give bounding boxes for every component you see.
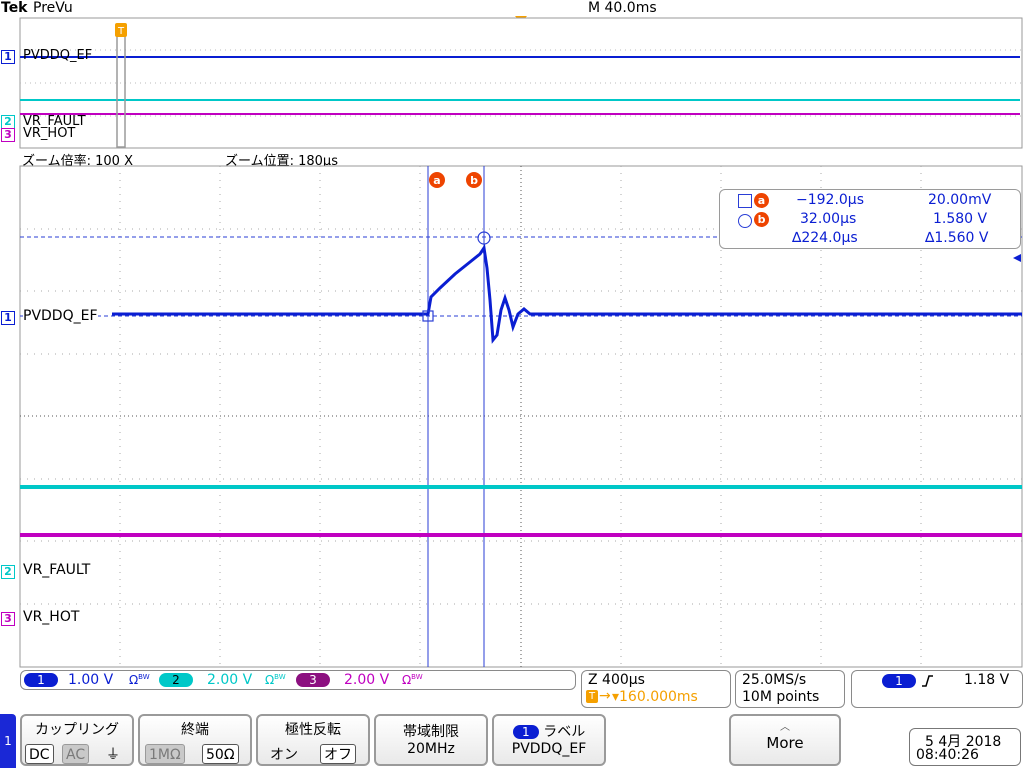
coupling-softkey[interactable]: カップリング DC AC ⏚	[20, 714, 134, 766]
invert-title: 極性反転	[285, 722, 341, 738]
termination-softkey[interactable]: 終端 1MΩ 50Ω	[138, 714, 252, 766]
more-arrow-icon: ︿	[780, 722, 790, 733]
ch1-scale: 1.00 V	[68, 672, 114, 688]
ch3-coupling-icon: ΩBW	[402, 673, 423, 687]
invert-on-option[interactable]: オン	[266, 744, 302, 764]
termination-50-option[interactable]: 50Ω	[202, 744, 239, 764]
zoom-graticule[interactable]: a b	[0, 0, 1024, 700]
record-length: 10M points	[742, 689, 820, 705]
cursor-a-square-icon	[738, 194, 752, 208]
acquisition-readout[interactable]: 25.0MS/s 10M points	[735, 670, 845, 708]
invert-softkey[interactable]: 極性反転 オン オフ	[256, 714, 370, 766]
ch3-marker[interactable]: 3	[1, 612, 15, 626]
coupling-title: カップリング	[35, 722, 119, 738]
cursor-b-circle-icon	[738, 214, 752, 228]
svg-text:b: b	[470, 174, 478, 187]
bandwidth-value: 20MHz	[407, 741, 455, 757]
rising-edge-icon	[922, 675, 933, 687]
ch2-chip[interactable]: 2	[159, 673, 193, 687]
trigger-readout[interactable]: 1 1.18 V	[851, 670, 1023, 708]
vertical-scale-bar[interactable]: 1 1.00 V ΩBW 2 2.00 V ΩBW 3 2.00 V ΩBW	[20, 670, 576, 690]
ch2-scale: 2.00 V	[207, 672, 253, 688]
ch3-chip[interactable]: 3	[296, 673, 330, 687]
ch3-label: VR_HOT	[23, 609, 80, 625]
coupling-gnd-icon[interactable]: ⏚	[102, 744, 124, 764]
cursor-b-time: 32.00µs	[800, 211, 857, 227]
coupling-ac-option[interactable]: AC	[62, 744, 90, 764]
cursor-b-small-badge-icon: b	[754, 212, 769, 227]
ch2-label: VR_FAULT	[23, 562, 91, 578]
horizontal-readout[interactable]: Z 400µs T → ▾160.000ms	[581, 670, 731, 708]
cursor-a-time: −192.0µs	[796, 192, 865, 208]
bandwidth-softkey[interactable]: 帯域制限 20MHz	[374, 714, 488, 766]
label-title: ラベル	[543, 724, 586, 740]
trigger-position: ▾160.000ms	[612, 689, 698, 705]
more-softkey[interactable]: ︿ More	[729, 714, 841, 766]
label-softkey[interactable]: 1 ラベル PVDDQ_EF	[492, 714, 606, 766]
bandwidth-title: 帯域制限	[403, 724, 459, 740]
ch1-label: PVDDQ_EF	[23, 308, 98, 324]
coupling-dc-option[interactable]: DC	[25, 744, 54, 764]
ch1-marker[interactable]: 1	[1, 311, 15, 325]
ch1-coupling-icon: ΩBW	[129, 673, 150, 687]
trigger-level: 1.18 V	[964, 672, 1010, 688]
time-readout: 08:40:26	[916, 747, 979, 763]
ch3-scale: 2.00 V	[344, 672, 390, 688]
ch1-chip[interactable]: 1	[24, 673, 58, 687]
termination-title: 終端	[181, 722, 209, 738]
trigger-icon: T	[586, 690, 598, 703]
cursor-delta-value: ∆1.560 V	[925, 230, 989, 246]
trigger-source-chip: 1	[882, 674, 916, 688]
cursor-a-value: 20.00mV	[928, 192, 992, 208]
svg-text:a: a	[433, 174, 440, 187]
cursor-b-value: 1.580 V	[933, 211, 988, 227]
cursor-a-small-badge-icon: a	[754, 193, 769, 208]
channel-menu-tab[interactable]: 1	[0, 714, 16, 768]
label-value: PVDDQ_EF	[511, 741, 587, 757]
ch2-coupling-icon: ΩBW	[265, 673, 286, 687]
datetime-display[interactable]: 5 4月 2018 08:40:26	[909, 728, 1021, 766]
more-label: More	[766, 734, 804, 752]
trigger-arrow-icon: →	[599, 688, 611, 704]
zoom-time: Z 400µs	[588, 672, 645, 688]
sample-rate: 25.0MS/s	[742, 672, 807, 688]
label-channel-chip: 1	[512, 725, 539, 739]
invert-off-option[interactable]: オフ	[320, 744, 356, 764]
cursor-delta-time: ∆224.0µs	[792, 230, 858, 246]
termination-1m-option[interactable]: 1MΩ	[145, 744, 185, 764]
ch2-marker[interactable]: 2	[1, 565, 15, 579]
cursor-readout[interactable]: a −192.0µs 20.00mV b 32.00µs 1.580 V ∆22…	[719, 189, 1021, 249]
